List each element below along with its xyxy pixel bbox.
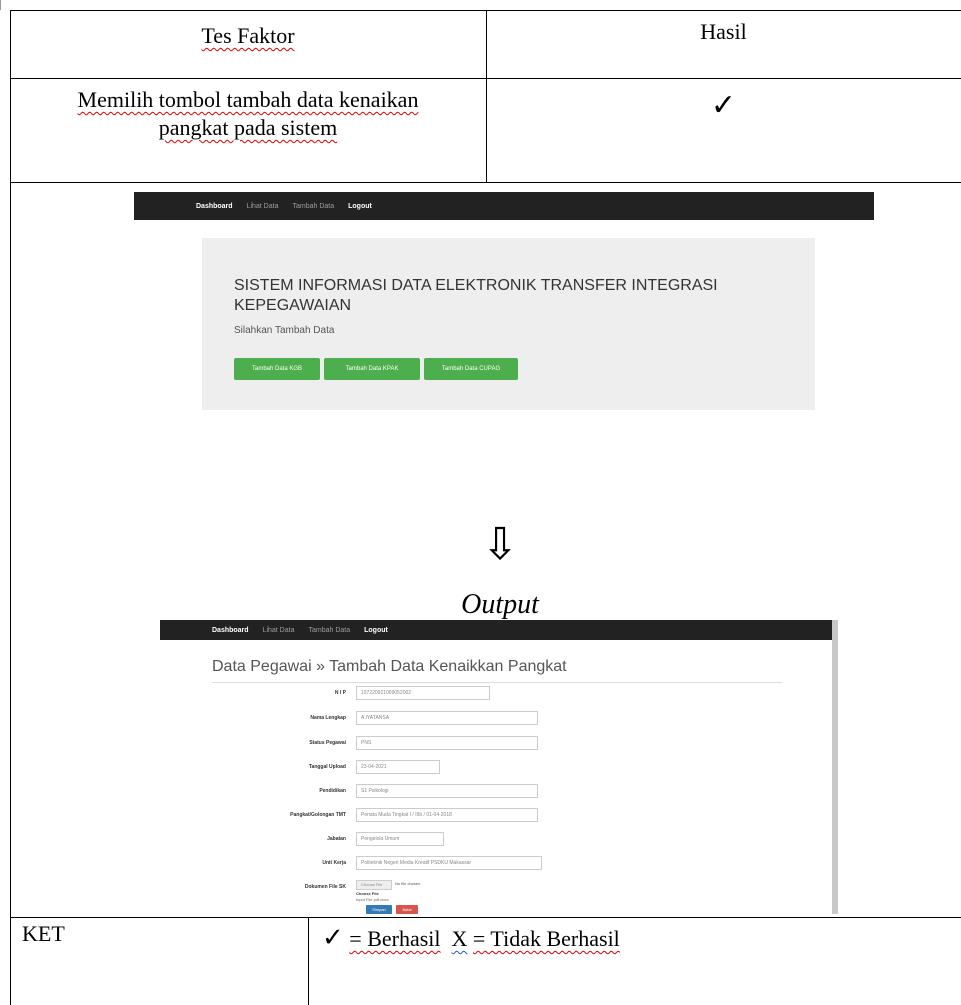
- subtitle: Silahkan Tambah Data: [234, 325, 335, 336]
- label-nama: Nama Lengkap: [310, 715, 346, 721]
- table-row-divider: [10, 917, 961, 918]
- label-pendidikan: Pendidikan: [319, 788, 346, 794]
- system-title: SISTEM INFORMASI DATA ELEKTRONIK TRANSFE…: [234, 277, 718, 314]
- table-border-left: [10, 10, 11, 1005]
- nav-lihat-data[interactable]: Lihat Data: [247, 203, 279, 210]
- form-heading: Data Pegawai » Tambah Data Kenaikkan Pan…: [212, 658, 567, 675]
- label-nip: N I P: [334, 690, 346, 696]
- tanggal-input[interactable]: 23-04-2021: [356, 760, 440, 774]
- nav-logout[interactable]: Logout: [364, 627, 388, 634]
- tambah-kgb-button[interactable]: Tambah Data KGB: [234, 358, 320, 380]
- nav-dashboard[interactable]: Dashboard: [196, 203, 233, 210]
- header-tes-faktor: Tes Faktor: [201, 23, 295, 48]
- nav-logout[interactable]: Logout: [348, 203, 372, 210]
- header-hasil: Hasil: [700, 19, 747, 44]
- output-label: Output: [461, 589, 539, 620]
- ket-label: KET: [22, 921, 65, 946]
- screen2-navbar: Dashboard Lihat Data Tambah Data Logout: [160, 620, 832, 640]
- corner-mark: [0, 0, 1, 10]
- screen2-form: Data Pegawai » Tambah Data Kenaikkan Pan…: [160, 640, 832, 916]
- nip-input[interactable]: 197220921009052002: [356, 686, 490, 700]
- checkmark-icon: ✓: [322, 923, 344, 952]
- nav-tambah-data[interactable]: Tambah Data: [292, 203, 334, 210]
- table-row-divider: [10, 182, 961, 183]
- unit-kerja-select[interactable]: Politeknik Negeri Media Kreatif PSDKU Ma…: [356, 856, 542, 870]
- label-jabatan: Jabatan: [327, 836, 346, 842]
- file-note: No file chosen: [395, 881, 421, 886]
- label-tanggal: Tanggal Upload: [308, 764, 346, 770]
- file-hint-2: Input File pdf.docx: [356, 897, 389, 902]
- heading-divider: [212, 682, 782, 683]
- test-description: Memilih tombol tambah data kenaikan pang…: [77, 87, 419, 140]
- nama-input[interactable]: A IYATANSA: [356, 711, 538, 725]
- file-hint: Choose File: [356, 891, 379, 896]
- nav-dashboard[interactable]: Dashboard: [212, 627, 249, 634]
- jabatan-select[interactable]: Pengelola Umum: [356, 832, 444, 846]
- screen1-jumbotron: SISTEM INFORMASI DATA ELEKTRONIK TRANSFE…: [202, 238, 815, 410]
- pendidikan-input[interactable]: S1 Psikologi: [356, 784, 538, 798]
- tambah-kpak-button[interactable]: Tambah Data KPAK: [324, 358, 420, 380]
- checkmark-result: ✓: [710, 89, 737, 122]
- label-dokumen: Dokumen File SK: [304, 884, 346, 890]
- nav-lihat-data[interactable]: Lihat Data: [263, 627, 295, 634]
- batal-button[interactable]: Batal: [396, 905, 418, 914]
- label-unit-kerja: Unit Kerja: [322, 860, 346, 866]
- tambah-cupag-button[interactable]: Tambah Data CUPAG: [424, 358, 518, 380]
- scrollbar[interactable]: [832, 620, 838, 914]
- table-col-divider: [308, 917, 309, 1005]
- label-pangkat: Pangkat/Golongan TMT: [290, 812, 346, 818]
- choose-file-button[interactable]: Choose File: [356, 880, 392, 890]
- simpan-button[interactable]: Simpan: [366, 905, 392, 914]
- nav-tambah-data[interactable]: Tambah Data: [308, 627, 350, 634]
- screen1-navbar: Dashboard Lihat Data Tambah Data Logout: [134, 192, 874, 220]
- down-arrow-icon: ⇩: [481, 520, 519, 569]
- pangkat-input[interactable]: Penata Muda Tingkat I / IIIb / 01-04-201…: [356, 808, 538, 822]
- label-status: Status Pegawai: [309, 740, 346, 746]
- status-input[interactable]: PNS: [356, 736, 538, 750]
- ket-legend: ✓ = Berhasil X = Tidak Berhasil: [322, 923, 620, 952]
